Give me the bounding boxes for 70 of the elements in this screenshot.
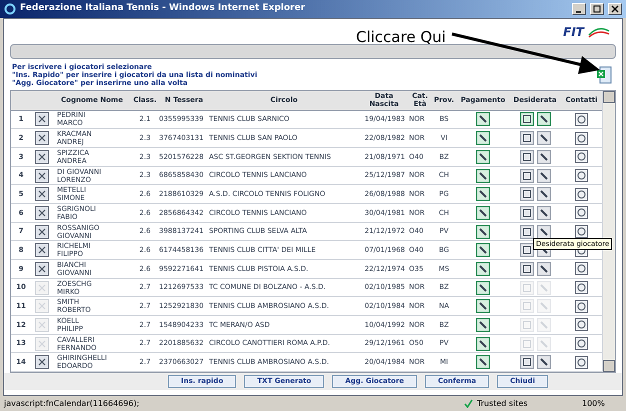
- picture-icon[interactable]: [520, 355, 534, 370]
- picture-icon[interactable]: [520, 131, 534, 146]
- maximize-button[interactable]: [590, 3, 604, 15]
- contact-icon[interactable]: [575, 206, 588, 220]
- pencil-icon[interactable]: [476, 336, 490, 351]
- delete-icon[interactable]: [35, 262, 49, 276]
- pencil-icon[interactable]: [476, 262, 490, 276]
- delete-icon[interactable]: [35, 112, 49, 126]
- contact-icon[interactable]: [575, 262, 588, 276]
- picture-icon[interactable]: [520, 206, 534, 220]
- picture-icon[interactable]: [520, 150, 534, 164]
- pencil-icon[interactable]: [476, 280, 490, 295]
- picture-icon[interactable]: [520, 168, 534, 182]
- picture-icon[interactable]: [520, 262, 534, 276]
- contact-icon[interactable]: [575, 150, 588, 164]
- minimize-button[interactable]: [572, 3, 586, 15]
- pencil-icon[interactable]: [536, 187, 550, 202]
- zone-label: Trusted sites: [477, 398, 528, 410]
- pencil-icon[interactable]: [476, 150, 490, 164]
- contact-icon[interactable]: [575, 132, 588, 145]
- pencil-icon[interactable]: [536, 224, 550, 239]
- contact-icon[interactable]: [575, 112, 588, 126]
- delete-icon[interactable]: [35, 131, 49, 146]
- picture-icon[interactable]: [520, 187, 534, 202]
- delete-icon[interactable]: [35, 187, 49, 202]
- pencil-icon[interactable]: [476, 299, 490, 314]
- picture-icon[interactable]: [520, 243, 534, 258]
- status-url: javascript:fnCalendar(11664696);: [4, 398, 140, 410]
- pencil-icon[interactable]: [476, 355, 490, 370]
- pencil-icon[interactable]: [536, 112, 550, 126]
- zoom-level[interactable]: 100%: [582, 398, 622, 410]
- pencil-icon[interactable]: [476, 131, 490, 146]
- contact-icon[interactable]: [575, 225, 588, 238]
- spreadsheet-icon[interactable]: [596, 66, 612, 84]
- contact-icon[interactable]: [575, 300, 588, 313]
- close-icon: [611, 5, 619, 13]
- window-title: Federazione Italiana Tennis - Windows Internet Explorer: [20, 2, 306, 16]
- pencil-icon[interactable]: [476, 168, 490, 182]
- contact-icon[interactable]: [575, 318, 588, 332]
- pencil-icon[interactable]: [476, 187, 490, 202]
- pencil-icon[interactable]: [476, 224, 490, 239]
- pencil-icon[interactable]: [476, 318, 490, 332]
- pencil-icon[interactable]: [476, 243, 490, 258]
- delete-icon[interactable]: [35, 168, 49, 182]
- delete-icon[interactable]: [35, 355, 49, 370]
- contact-icon[interactable]: [575, 169, 588, 182]
- contact-icon[interactable]: [575, 281, 588, 294]
- pencil-icon[interactable]: [536, 131, 550, 146]
- delete-icon[interactable]: [35, 206, 49, 220]
- annotation-text: Cliccare Qui: [356, 27, 446, 48]
- pencil-icon[interactable]: [476, 112, 490, 126]
- maximize-icon: [593, 5, 601, 13]
- delete-icon[interactable]: [35, 150, 49, 164]
- logo-text: FIT: [563, 24, 584, 40]
- delete-icon[interactable]: [35, 243, 49, 258]
- contact-icon[interactable]: [575, 188, 588, 201]
- contact-icon[interactable]: [575, 356, 588, 369]
- browser-icon: [4, 3, 16, 15]
- pencil-icon[interactable]: [536, 206, 550, 220]
- contact-icon[interactable]: [575, 337, 588, 350]
- pencil-icon[interactable]: [536, 355, 550, 370]
- picture-icon[interactable]: [520, 112, 534, 126]
- picture-icon[interactable]: [520, 224, 534, 239]
- check-icon: [464, 399, 473, 408]
- close-button[interactable]: [608, 3, 622, 15]
- delete-icon[interactable]: [35, 224, 49, 239]
- pencil-icon[interactable]: [536, 168, 550, 182]
- pencil-icon[interactable]: [476, 206, 490, 220]
- pencil-icon[interactable]: [536, 262, 550, 276]
- pencil-icon[interactable]: [536, 150, 550, 164]
